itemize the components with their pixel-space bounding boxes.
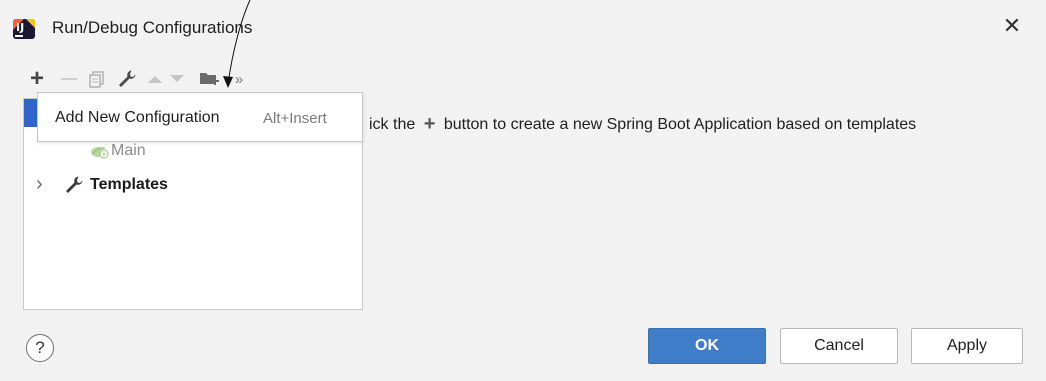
hint-suffix: button to create a new Spring Boot Appli… [443,116,917,133]
title-bar: IJ Run/Debug Configurations ✕ [0,0,1046,56]
window-title: Run/Debug Configurations [52,18,253,37]
tooltip-label: Add New Configuration [55,109,220,126]
more-icon: » [234,70,244,88]
minus-icon: — [61,70,77,87]
edit-templates-button[interactable] [114,64,140,94]
tree-item-templates[interactable]: › Templates [36,173,168,196]
move-down-button[interactable] [164,64,190,94]
folder-add-icon [200,73,219,85]
run-debug-configurations-dialog: IJ Run/Debug Configurations ✕ + — » Main… [0,0,1046,381]
add-configuration-tooltip: Add New Configuration Alt+Insert [37,92,363,142]
tree-item-label: Templates [90,175,168,193]
copy-icon [89,71,104,88]
copy-configuration-button[interactable] [84,64,110,94]
apply-button[interactable]: Apply [911,328,1023,364]
more-actions-button[interactable]: » [226,64,252,94]
plus-icon: + [423,113,436,135]
hint-prefix: ick the [369,116,416,133]
tooltip-shortcut: Alt+Insert [263,110,327,127]
selected-row-highlight [24,99,38,127]
configurations-toolbar: + — » [24,64,354,94]
remove-configuration-button[interactable]: — [56,64,82,94]
help-button[interactable]: ? [26,334,54,362]
wrench-icon [66,176,83,193]
arrow-down-icon [170,75,184,82]
empty-state-hint: ick the + button to create a new Spring … [369,113,916,136]
arrow-up-icon [148,76,162,83]
intellij-logo-icon: IJ [13,19,35,39]
tree-item-main[interactable]: Main [90,142,146,160]
chevron-right-icon[interactable]: › [36,173,60,196]
tree-item-label: Main [111,142,146,159]
spring-boot-icon [91,147,109,159]
close-button[interactable]: ✕ [1000,14,1024,38]
create-folder-button[interactable] [196,64,222,94]
plus-icon: + [29,65,44,92]
ok-button[interactable]: OK [648,328,766,364]
cancel-button[interactable]: Cancel [780,328,898,364]
add-configuration-button[interactable]: + [24,64,50,94]
wrench-icon [119,70,136,87]
